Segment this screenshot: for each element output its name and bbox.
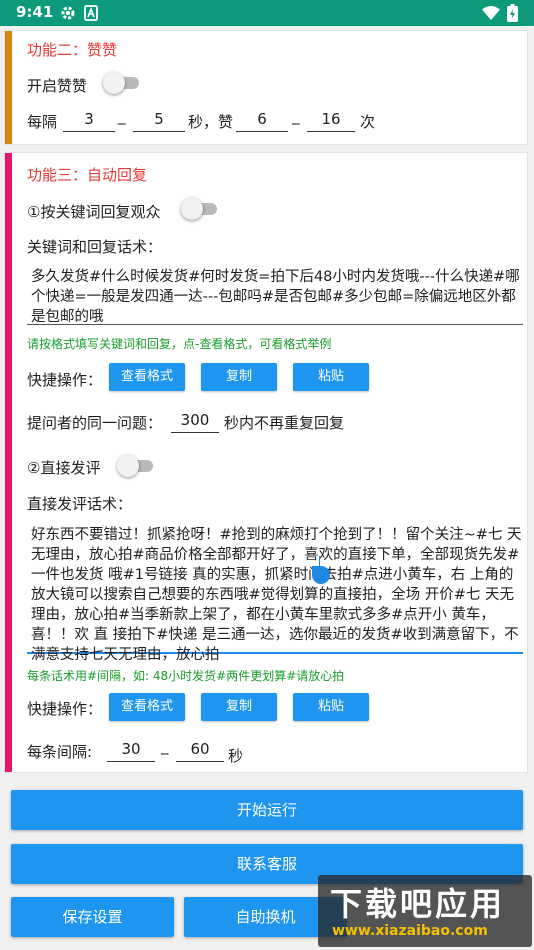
interval-min-input[interactable]: 30 [107,739,155,762]
range-separator: _ [161,737,169,755]
direct-toggle-thumb [117,455,139,477]
feature2-card: 功能二：赞赞 开启赞赞 每隔 3 _ 5 秒，赞 6 _ 16 次 [4,30,528,145]
min-seconds-input[interactable]: 3 [63,109,115,132]
keyword-reply-toggle-label: ①按关键词回复观众 [27,203,161,221]
direct-comment-textarea[interactable]: 好东西不要错过！抓紧抢呀！#抢到的麻烦打个抢到了！！留个关注~#七 天无理由，放… [27,525,523,663]
range-separator: _ [292,107,300,125]
seconds-likes-label: 秒，赞 [188,113,234,131]
paste-button[interactable]: 粘贴 [293,363,369,391]
keyword-format-hint: 请按格式填写关键词和回复，点-查看格式，可看格式举例 [27,337,332,351]
keyword-reply-label: 关键词和回复话术： [27,238,163,256]
feature3-accent-bar [5,153,12,772]
keyword-reply-textarea[interactable]: 多久发货#什么时候发货#何时发货=拍下后48小时内发货哦---什么快递#哪个快递… [27,267,523,325]
watermark-url: www.xiazaibao.com [332,923,488,939]
keyword-toggle-thumb [181,198,203,220]
interval-max-input[interactable]: 60 [176,739,224,762]
keyword-reply-toggle[interactable] [181,198,217,220]
feature3-card: 功能三：自动回复 ①按关键词回复观众 关键词和回复话术： 多久发货#什么时候发货… [4,152,528,773]
view-format-button[interactable]: 查看格式 [109,363,185,391]
feature2-title: 功能二：赞赞 [27,41,118,59]
feature2-accent-bar [5,31,12,144]
watermark-text: 下载吧应用 [330,885,506,923]
status-time: 9:41 [16,3,54,21]
wifi-icon [482,6,500,20]
battery-icon [507,4,518,22]
quick-actions-label-2: 快捷操作： [27,700,103,718]
like-toggle-label: 开启赞赞 [27,77,88,95]
notification-icon [84,5,98,21]
feature3-title: 功能三：自动回复 [27,166,148,184]
watermark-logo: 下载吧应用 www.xiazaibao.com [318,875,532,947]
view-format-button-2[interactable]: 查看格式 [109,693,185,721]
comment-interval-label: 每条间隔: [27,743,93,761]
times-label: 次 [360,113,376,131]
like-toggle-thumb [103,72,125,94]
start-run-button[interactable]: 开始运行 [11,790,523,830]
direct-comment-hint: 每条话术用#间隔，如: 48小时发货#两件更划算#请放心拍 [27,669,345,683]
settings-gear-icon [61,6,75,20]
direct-comment-label: 直接发评话术： [27,495,133,513]
direct-comment-toggle-label: ②直接发评 [27,459,101,477]
range-separator: _ [118,107,126,125]
direct-comment-toggle[interactable] [117,455,153,477]
same-question-seconds-input[interactable]: 300 [171,410,219,433]
same-question-label: 提问者的同一问题： [27,414,163,432]
same-question-suffix: 秒内不再重复回复 [224,414,345,432]
max-likes-input[interactable]: 16 [307,109,355,132]
max-seconds-input[interactable]: 5 [133,109,185,132]
min-likes-input[interactable]: 6 [236,109,288,132]
status-bar: 9:41 [0,0,534,26]
save-settings-button[interactable]: 保存设置 [11,897,174,937]
like-toggle[interactable] [103,72,139,94]
interval-suffix: 秒 [228,747,244,765]
interval-prefix: 每隔 [27,113,58,131]
copy-button[interactable]: 复制 [201,363,277,391]
copy-button-2[interactable]: 复制 [201,693,277,721]
text-cursor-handle[interactable] [312,566,330,584]
paste-button-2[interactable]: 粘贴 [293,693,369,721]
quick-actions-label: 快捷操作： [27,371,103,389]
